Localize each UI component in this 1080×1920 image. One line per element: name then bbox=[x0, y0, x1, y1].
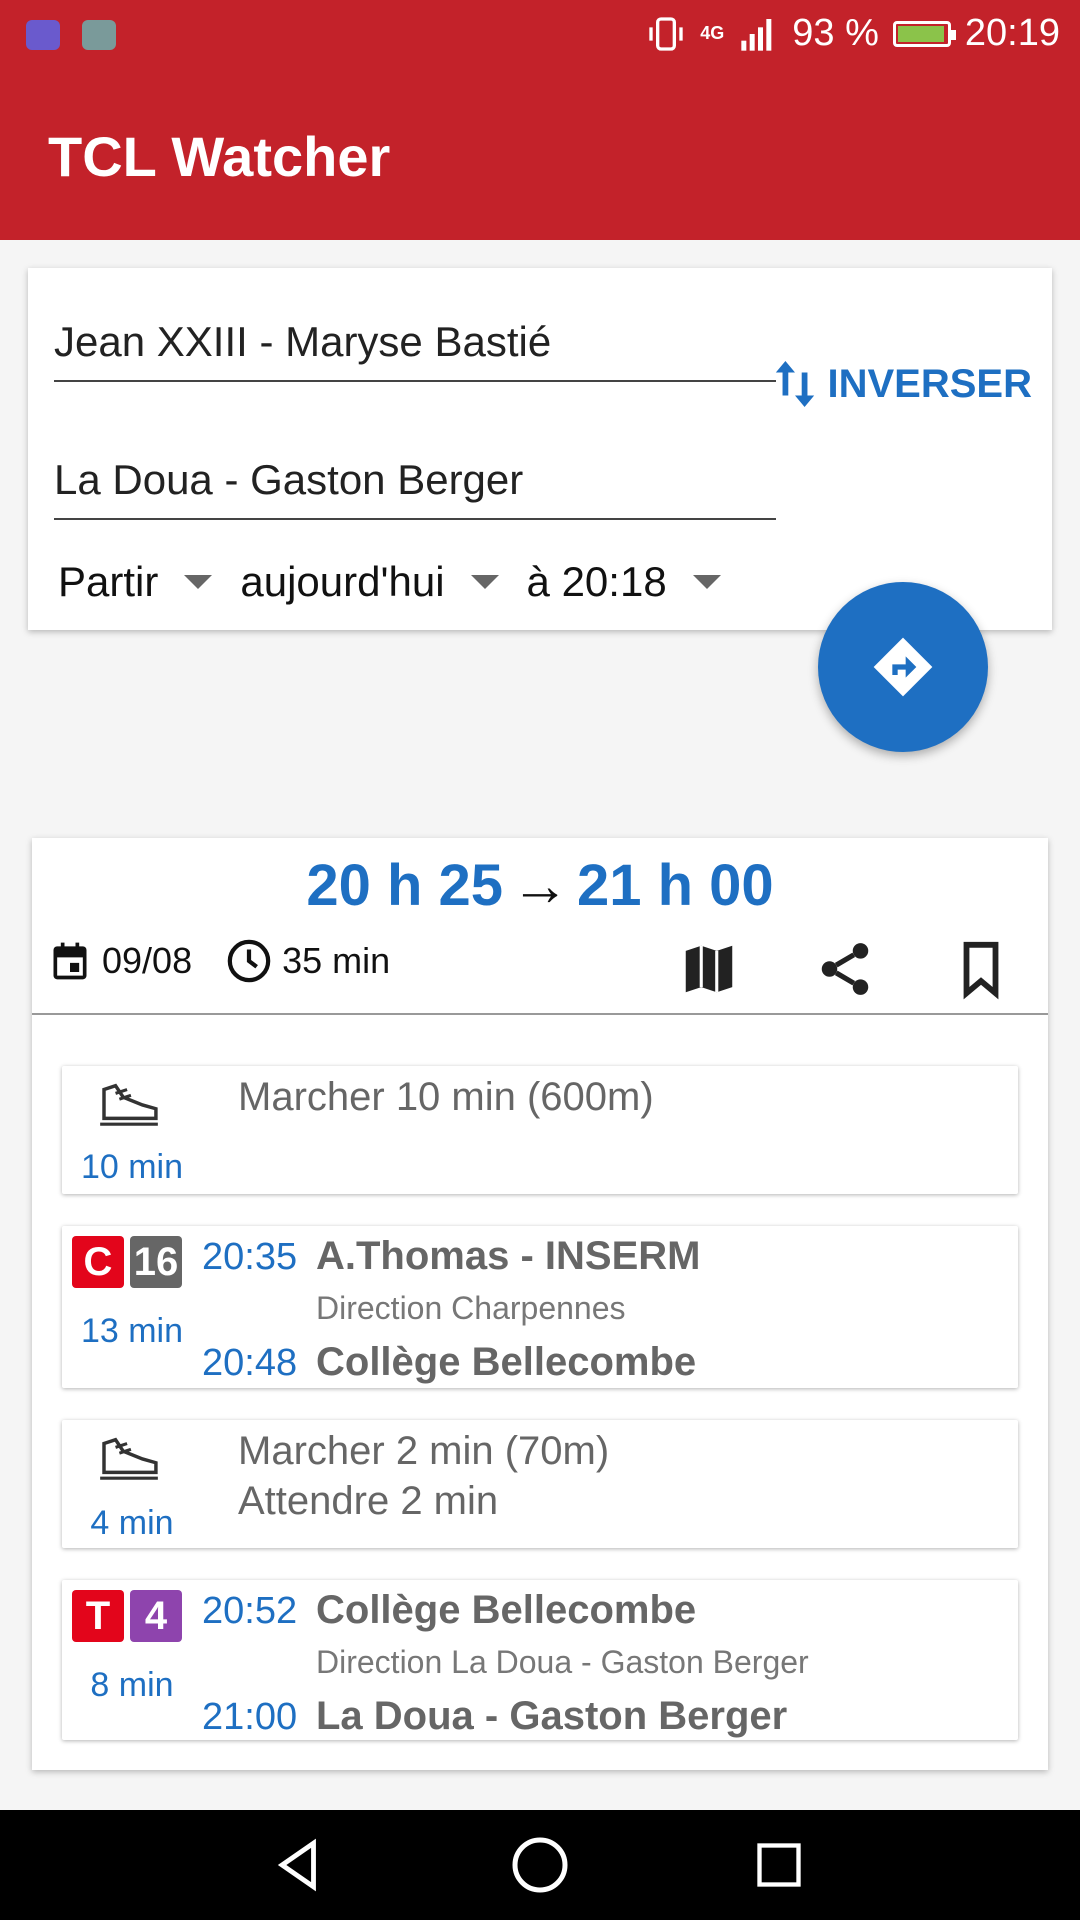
itinerary-times: 20 h 25 → 21 h 00 bbox=[32, 852, 1048, 919]
arrival-time: 21:00 bbox=[202, 1696, 298, 1738]
direction-label: Direction Charpennes bbox=[316, 1290, 626, 1326]
leg-walk[interactable]: Marcher 2 min (70m) Attendre 2 min 4 min bbox=[62, 1420, 1018, 1548]
chevron-down-icon bbox=[692, 575, 721, 589]
line-badge: 4 bbox=[130, 1590, 182, 1642]
transport-mode-badge: T bbox=[72, 1590, 124, 1642]
clock: 20:19 bbox=[964, 12, 1060, 54]
share-button[interactable] bbox=[810, 934, 880, 1004]
direction-label: Direction La Doua - Gaston Berger bbox=[316, 1644, 809, 1680]
leg-walk[interactable]: Marcher 10 min (600m) 10 min bbox=[62, 1066, 1018, 1194]
departure-time: 20:52 bbox=[202, 1590, 298, 1632]
share-icon bbox=[821, 943, 869, 995]
map-button[interactable] bbox=[674, 934, 744, 1004]
arrival-time: 20:48 bbox=[202, 1342, 298, 1384]
departure-stop: Collège Bellecombe bbox=[316, 1588, 697, 1632]
arrive-time: 21 h 00 bbox=[577, 853, 774, 918]
swap-label: INVERSER bbox=[827, 361, 1033, 406]
leg-duration: 8 min bbox=[90, 1666, 174, 1704]
line-badge: 16 bbox=[130, 1236, 182, 1288]
home-button[interactable] bbox=[505, 1830, 575, 1900]
app-bar: 4G 93 % 20:19 TCL Watcher bbox=[0, 0, 1080, 240]
map-icon bbox=[685, 945, 733, 993]
leg-duration: 4 min bbox=[90, 1504, 174, 1542]
arrival-stop: Collège Bellecombe bbox=[316, 1340, 697, 1384]
leg-duration: 10 min bbox=[80, 1148, 184, 1186]
route-search-card: Jean XXIII - Maryse Bastié La Doua - Gas… bbox=[28, 268, 1052, 630]
bookmark-button[interactable] bbox=[946, 934, 1016, 1004]
app-title: TCL Watcher bbox=[48, 125, 391, 188]
search-route-button[interactable] bbox=[818, 582, 988, 752]
day-select[interactable]: aujourd'hui bbox=[240, 558, 499, 606]
leg-transit[interactable]: T 4 8 min 20:52 Collège Bellecombe Direc… bbox=[62, 1580, 1018, 1740]
battery-percent: 93 % bbox=[792, 12, 879, 54]
time-value: à 20:18 bbox=[526, 558, 667, 605]
bookmark-icon bbox=[963, 941, 999, 1000]
back-icon bbox=[277, 1838, 316, 1892]
depart-time: 20 h 25 bbox=[306, 853, 503, 918]
battery-icon bbox=[892, 20, 956, 47]
wait-instruction: Attendre 2 min bbox=[238, 1479, 499, 1523]
status-bar: 4G 93 % 20:19 bbox=[0, 0, 1080, 72]
walk-shoe-icon bbox=[100, 1437, 158, 1480]
recents-icon bbox=[757, 1843, 801, 1887]
swap-button[interactable]: INVERSER bbox=[772, 356, 1033, 412]
destination-field[interactable]: La Doua - Gaston Berger bbox=[54, 456, 776, 520]
recents-button[interactable] bbox=[744, 1830, 814, 1900]
departure-stop: A.Thomas - INSERM bbox=[316, 1234, 701, 1278]
arrival-stop: La Doua - Gaston Berger bbox=[316, 1694, 788, 1738]
chevron-down-icon bbox=[184, 575, 213, 589]
transport-mode-badge: C bbox=[72, 1236, 124, 1288]
itinerary-card: 20 h 25 → 21 h 00 09/08 35 min Marcher 10 … bbox=[32, 838, 1048, 1770]
walk-instruction: Marcher 2 min (70m) bbox=[238, 1429, 610, 1473]
origin-field[interactable]: Jean XXIII - Maryse Bastié bbox=[54, 318, 776, 382]
usb-icon bbox=[26, 20, 60, 50]
departure-time: 20:35 bbox=[202, 1236, 298, 1278]
network-type: 4G bbox=[700, 23, 725, 43]
mode-value: Partir bbox=[58, 558, 159, 605]
divider bbox=[32, 1013, 1048, 1015]
system-nav-bar bbox=[0, 1810, 1080, 1920]
walk-instruction: Marcher 10 min (600m) bbox=[238, 1075, 654, 1119]
back-button[interactable] bbox=[264, 1830, 334, 1900]
leg-transit[interactable]: C 16 13 min 20:35 A.Thomas - INSERM Dire… bbox=[62, 1226, 1018, 1388]
signal-icon bbox=[741, 18, 772, 51]
vibrate-icon bbox=[649, 16, 683, 51]
arrow-icon: → bbox=[511, 853, 569, 918]
leg-duration: 13 min bbox=[80, 1312, 184, 1350]
day-value: aujourd'hui bbox=[240, 558, 445, 605]
home-icon bbox=[512, 1837, 568, 1893]
walk-shoe-icon bbox=[100, 1083, 158, 1126]
time-select[interactable]: à 20:18 bbox=[527, 558, 721, 606]
mode-select[interactable]: Partir bbox=[58, 558, 213, 606]
chevron-down-icon bbox=[470, 575, 499, 589]
directions-icon bbox=[873, 637, 933, 697]
swap-icon bbox=[775, 361, 814, 407]
gallery-icon bbox=[82, 20, 116, 50]
